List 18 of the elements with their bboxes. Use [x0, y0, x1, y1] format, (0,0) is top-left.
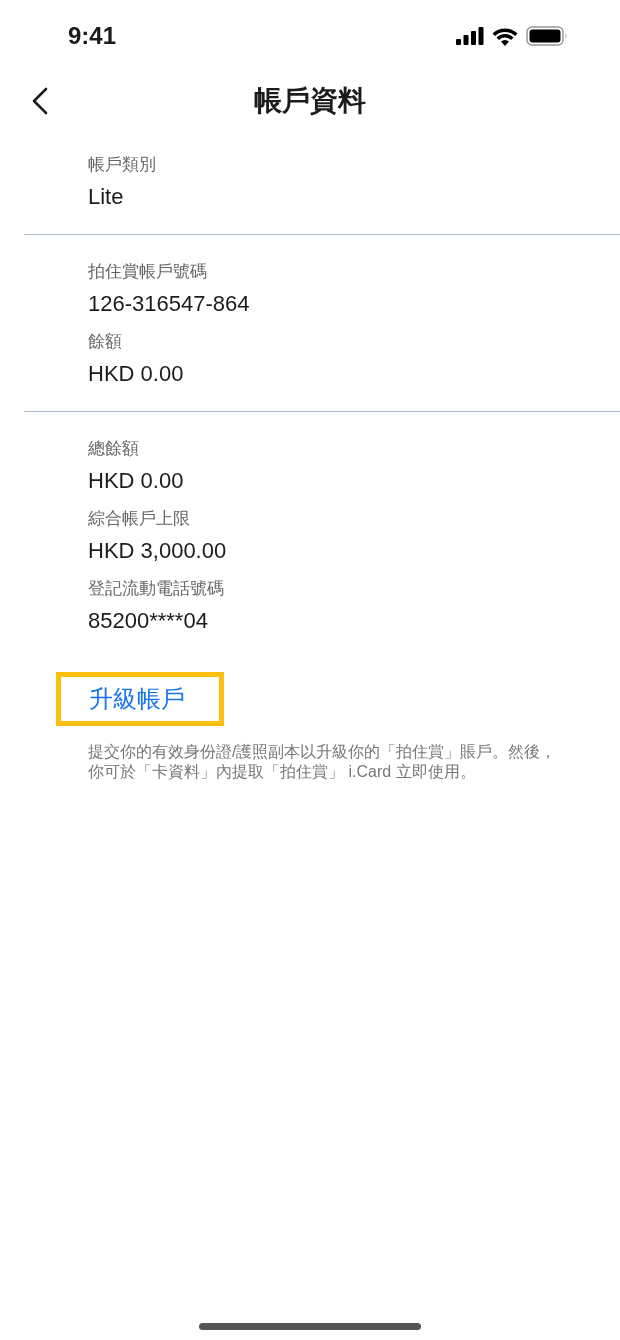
field-value: HKD 3,000.00	[88, 537, 228, 565]
signal-icon	[456, 27, 484, 45]
field-label: 綜合帳戶上限	[88, 508, 191, 530]
field-label: 帳戶類別	[88, 154, 157, 176]
field-value: 85200****04	[88, 607, 209, 635]
field-label: 登記流動電話號碼	[88, 578, 225, 600]
field-label: 拍住賞帳戶號碼	[88, 261, 208, 283]
field-value: HKD 0.00	[88, 360, 185, 388]
field-value: 126-316547-864	[88, 290, 251, 318]
field-value: HKD 0.00	[88, 467, 185, 495]
field-label: 餘額	[88, 331, 123, 353]
upgrade-account-link[interactable]: 升級帳戶	[56, 672, 224, 726]
field-value: Lite	[88, 183, 125, 211]
status-time: 9:41	[68, 21, 117, 51]
field-label: 總餘額	[88, 438, 140, 460]
page-title: 帳戶資料	[254, 84, 366, 118]
upgrade-note: 提交你的有效身份證/護照副本以升級你的「拍住賞」賬戶。然後，你可於「卡資料」內提取「拍住賞」 i.Card 立即使用。	[88, 742, 558, 782]
wifi-icon	[492, 26, 518, 46]
